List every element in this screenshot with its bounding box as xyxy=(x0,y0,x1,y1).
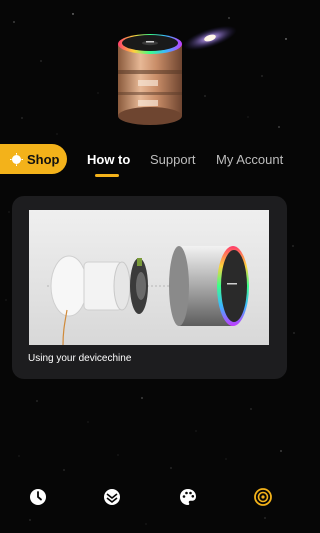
bottom-navigation xyxy=(0,478,300,514)
guide-card[interactable]: Using your devicechine xyxy=(12,196,287,379)
shop-label: Shop xyxy=(27,151,60,167)
palette-icon xyxy=(180,489,196,505)
shop-button[interactable]: Shop xyxy=(0,144,67,174)
clock-icon xyxy=(30,489,46,505)
active-tab-indicator xyxy=(95,174,119,177)
nav-light-modes[interactable] xyxy=(101,486,123,508)
card-caption: Using your devicechine xyxy=(28,353,132,364)
sun-icon xyxy=(10,152,23,166)
nav-clock[interactable] xyxy=(27,486,49,508)
top-tab-bar: Shop How to Support My Account xyxy=(0,144,300,178)
nav-device[interactable] xyxy=(252,486,274,508)
tab-how-to[interactable]: How to xyxy=(87,152,130,167)
light-modes-icon xyxy=(104,489,120,505)
tab-support[interactable]: Support xyxy=(150,152,196,167)
exploded-view-image xyxy=(29,210,269,345)
tab-my-account[interactable]: My Account xyxy=(216,152,283,167)
hero-device-image xyxy=(118,25,237,125)
nav-palette[interactable] xyxy=(177,486,199,508)
device-target-icon xyxy=(254,488,272,506)
